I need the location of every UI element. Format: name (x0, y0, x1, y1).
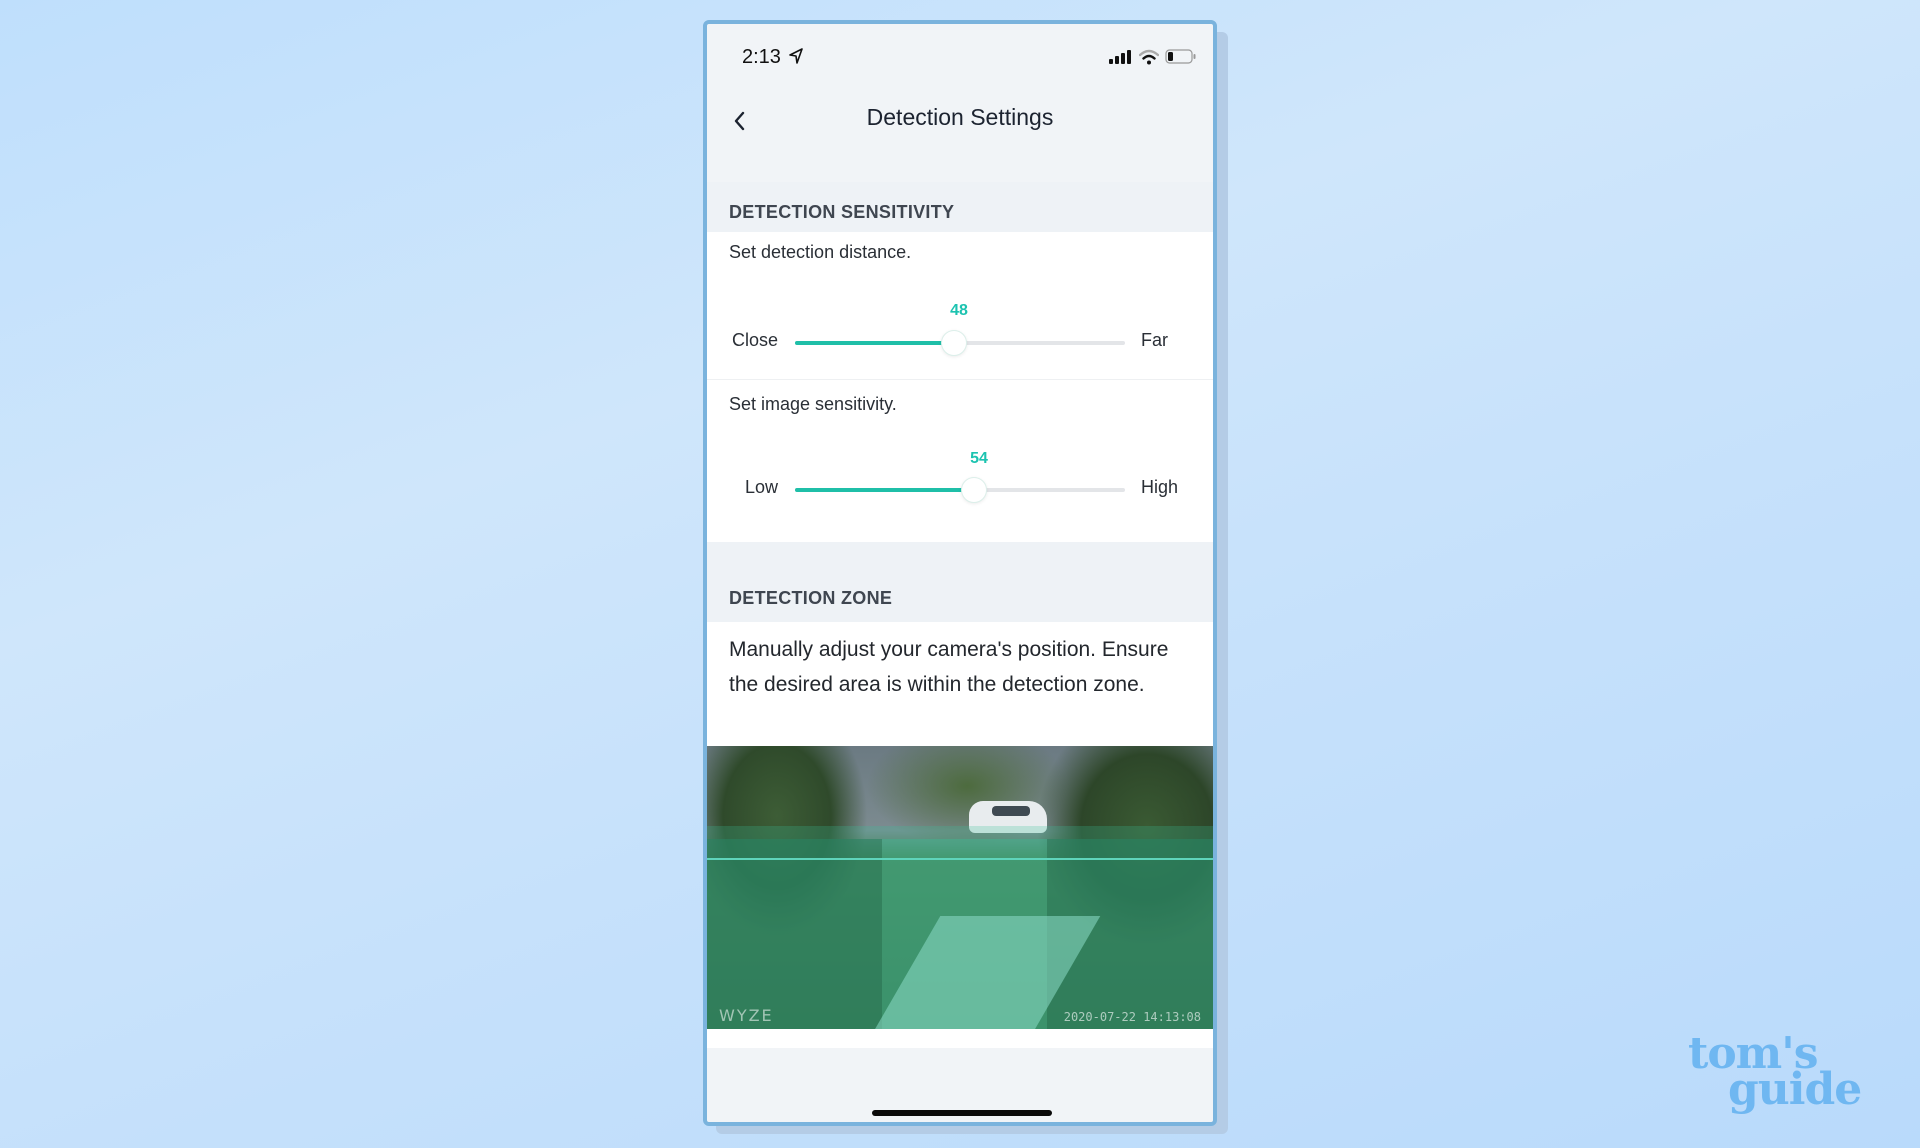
detection-sensitivity-header: DETECTION SENSITIVITY (707, 182, 1213, 232)
detection-distance-label: Set detection distance. (729, 242, 912, 262)
phone-screen: 2:13 Detection Settings DETECTION SENSIT… (703, 20, 1217, 1126)
detection-zone-boundary-handle[interactable] (707, 858, 1213, 860)
cellular-signal-icon (1109, 50, 1131, 64)
slider-thumb[interactable] (961, 477, 987, 503)
detection-zone-header: DETECTION ZONE (707, 542, 1213, 622)
camera-timestamp: 2020-07-22 14:13:08 (1063, 1010, 1201, 1024)
detection-distance-block: Set detection distance. 48 Close Far (707, 232, 1213, 379)
image-sensitivity-label: Set image sensitivity. (729, 394, 897, 414)
slider-min-label: Close (732, 330, 779, 350)
image-sensitivity-block: Set image sensitivity. 54 Low High (707, 380, 1213, 542)
slider-max-label: High (1141, 477, 1179, 497)
detection-distance-value: 48 (950, 302, 968, 319)
slider-thumb[interactable] (941, 330, 967, 356)
toms-guide-logo: tom's guide (1688, 1032, 1862, 1115)
detection-zone-description-block: Manually adjust your camera's position. … (707, 622, 1213, 746)
detection-distance-slider[interactable] (795, 330, 1125, 356)
bottom-spacer (707, 1029, 1213, 1048)
home-indicator[interactable] (872, 1110, 1052, 1116)
section-title: DETECTION ZONE (729, 588, 893, 608)
zone-overlay-edge (707, 826, 1213, 839)
page-title: Detection Settings (866, 104, 1054, 130)
slider-fill (795, 488, 973, 492)
camera-brand-watermark: WYZE (719, 1006, 774, 1025)
status-time: 2:13 (742, 46, 781, 68)
hedge-left (707, 839, 882, 1029)
battery-low-icon (1165, 49, 1196, 64)
location-arrow-icon (789, 48, 803, 64)
slider-max-label: Far (1141, 330, 1168, 350)
slider-fill (795, 341, 953, 345)
camera-preview[interactable]: WYZE 2020-07-22 14:13:08 (707, 746, 1213, 1029)
section-title: DETECTION SENSITIVITY (729, 202, 955, 222)
logo-line-2: guide (1728, 1064, 1862, 1115)
status-bar: 2:13 (707, 24, 1213, 84)
nav-bar: Detection Settings (707, 96, 1213, 146)
slider-min-label: Low (745, 477, 779, 497)
car-window (992, 806, 1030, 816)
detection-zone-description: Manually adjust your camera's position. … (729, 638, 1169, 696)
wifi-icon (1139, 49, 1159, 65)
image-sensitivity-value: 54 (970, 450, 988, 467)
image-sensitivity-slider[interactable] (795, 477, 1125, 503)
